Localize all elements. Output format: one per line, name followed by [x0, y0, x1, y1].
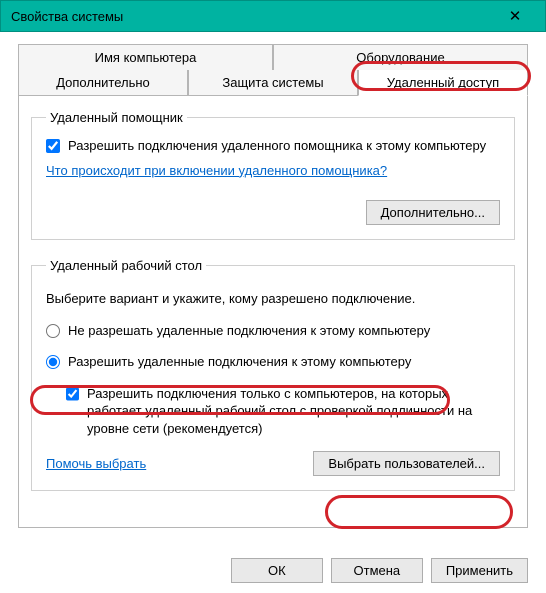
radio-rdp-deny[interactable]: [46, 324, 60, 338]
group-remote-desktop: Удаленный рабочий стол Выберите вариант …: [31, 258, 515, 492]
rdp-instruction: Выберите вариант и укажите, кому разреше…: [46, 291, 500, 306]
tab-hardware[interactable]: Оборудование: [273, 44, 528, 70]
dialog-footer: ОК Отмена Применить: [231, 558, 528, 583]
tab-advanced[interactable]: Дополнительно: [18, 70, 188, 96]
radio-rdp-allow-label: Разрешить удаленные подключения к этому …: [68, 353, 411, 371]
button-select-users[interactable]: Выбрать пользователей...: [313, 451, 500, 476]
button-cancel[interactable]: Отмена: [331, 558, 423, 583]
group-remote-desktop-legend: Удаленный рабочий стол: [46, 258, 206, 273]
checkbox-allow-remote-assistant[interactable]: [46, 139, 60, 153]
tab-system-protection[interactable]: Защита системы: [188, 70, 358, 96]
tab-computer-name[interactable]: Имя компьютера: [18, 44, 273, 70]
group-remote-assistant: Удаленный помощник Разрешить подключения…: [31, 110, 515, 240]
button-apply[interactable]: Применить: [431, 558, 528, 583]
checkbox-allow-remote-assistant-label: Разрешить подключения удаленного помощни…: [68, 137, 486, 155]
title-bar: Свойства системы ✕: [0, 0, 546, 32]
radio-rdp-deny-label: Не разрешать удаленные подключения к это…: [68, 322, 430, 340]
tab-panel-remote: Удаленный помощник Разрешить подключения…: [18, 96, 528, 528]
link-remote-assistant-help[interactable]: Что происходит при включении удаленного …: [46, 163, 387, 178]
close-icon[interactable]: ✕: [495, 7, 535, 25]
tab-remote[interactable]: Удаленный доступ: [358, 70, 528, 96]
checkbox-rdp-nla[interactable]: [66, 387, 79, 401]
window-title: Свойства системы: [11, 9, 495, 24]
group-remote-assistant-legend: Удаленный помощник: [46, 110, 187, 125]
checkbox-rdp-nla-label: Разрешить подключения только с компьютер…: [87, 385, 500, 438]
button-assistant-advanced[interactable]: Дополнительно...: [366, 200, 500, 225]
button-ok[interactable]: ОК: [231, 558, 323, 583]
link-help-choose[interactable]: Помочь выбрать: [46, 456, 146, 471]
radio-rdp-allow[interactable]: [46, 355, 60, 369]
